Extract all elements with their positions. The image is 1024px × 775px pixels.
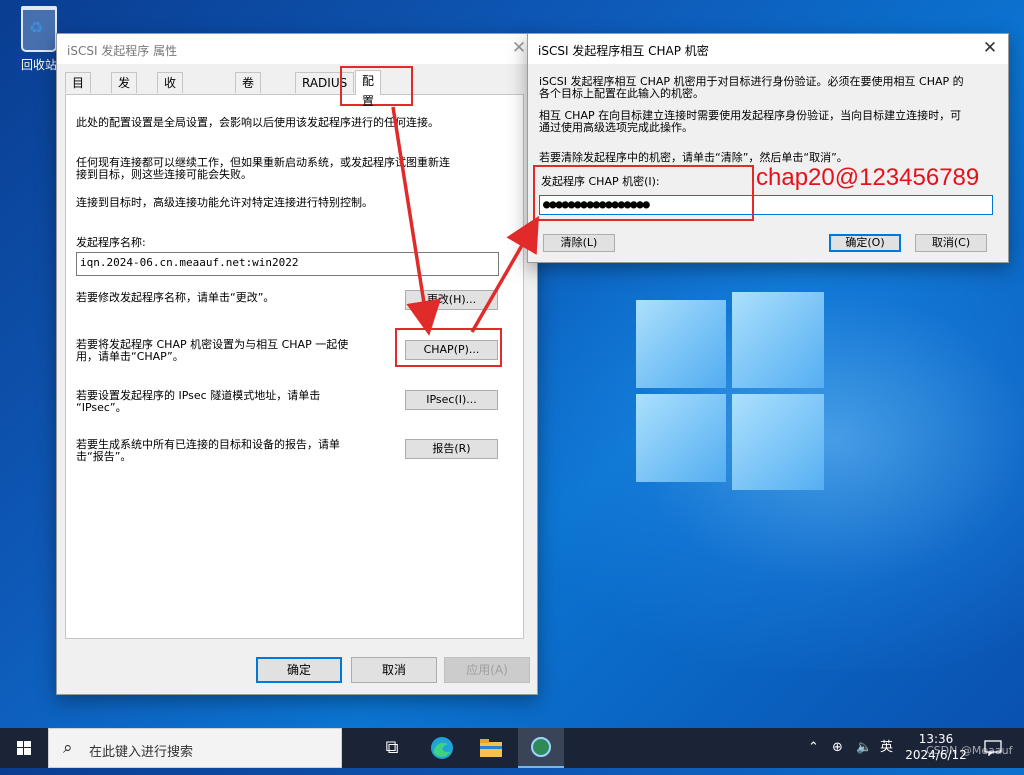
taskbar-search-box[interactable]: ⌕ 在此键入进行搜索 (48, 728, 342, 768)
search-placeholder: 在此键入进行搜索 (89, 745, 194, 760)
iscsi-initiator-taskbar-icon[interactable] (518, 728, 564, 768)
file-explorer-icon[interactable] (468, 728, 514, 768)
taskbar: ⌕ 在此键入进行搜索 ⧉ ⌃ ⊕ 🔈 英 13:36 2024/6/12 (0, 728, 1024, 768)
search-icon: ⌕ (63, 738, 73, 758)
show-hidden-icons-chevron-icon[interactable]: ⌃ (808, 728, 819, 768)
annotation-arrows (391, 106, 539, 336)
ime-indicator[interactable]: 英 (880, 728, 893, 768)
arrow-tab-to-chap (391, 106, 442, 336)
volume-muted-icon[interactable]: 🔈 (856, 728, 872, 768)
task-view-icon[interactable]: ⧉ (369, 728, 415, 768)
watermark: CSDN @Meaauf (926, 744, 1013, 757)
windows-start-icon (17, 741, 31, 755)
tab-configuration[interactable]: 配置 (355, 70, 382, 108)
arrow-chap-to-dialog (470, 215, 539, 333)
edge-logo (431, 737, 453, 759)
network-icon[interactable]: ⊕ (832, 728, 843, 768)
start-button[interactable] (0, 728, 48, 768)
edge-browser-icon[interactable] (419, 728, 465, 768)
